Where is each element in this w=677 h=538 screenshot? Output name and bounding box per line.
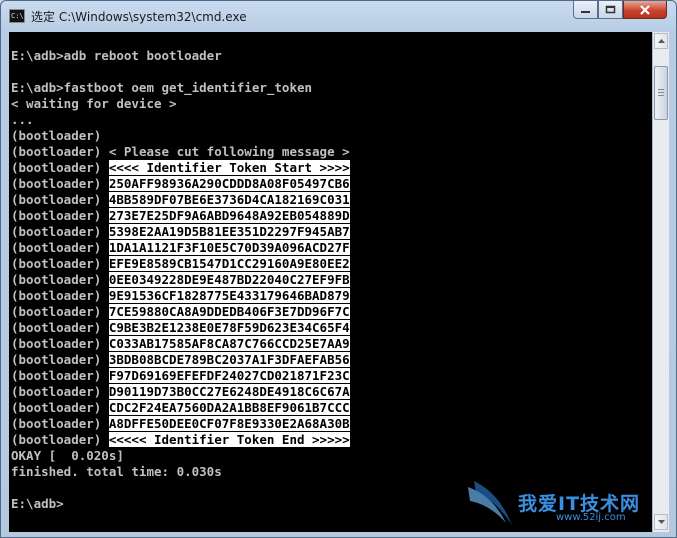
minimize-button[interactable] xyxy=(573,1,598,19)
console-line: (bootloader) 4BB589DF07BE6E3736D4CA18216… xyxy=(11,192,350,207)
console-line: E:\adb>fastboot oem get_identifier_token xyxy=(11,80,313,95)
maximize-icon xyxy=(605,5,616,14)
console-line: (bootloader) 250AFF98936A290CDDD8A08F054… xyxy=(11,176,350,191)
selected-token-text[interactable]: 273E7E25DF9A6ABD9648A92EB054889D xyxy=(108,208,350,223)
console-line: finished. total time: 0.030s xyxy=(11,464,222,479)
console-line: (bootloader) <<<<< Identifier Token End … xyxy=(11,432,350,447)
console-line: E:\adb>adb reboot bootloader xyxy=(11,48,222,63)
selected-token-text[interactable]: <<<< Identifier Token Start >>>> xyxy=(108,160,350,175)
vertical-scrollbar[interactable] xyxy=(652,32,669,532)
selected-token-text[interactable]: EFE9E8589CB1547D1CC29160A9E80EE2 xyxy=(108,256,350,271)
selected-token-text[interactable]: 7CE59880CA8A9DDEDB406F3E7DD96F7C xyxy=(108,304,350,319)
maximize-button[interactable] xyxy=(598,1,623,19)
selected-token-text[interactable]: 3BDB08BCDE789BC2037A1F3DFAEFAB56 xyxy=(108,352,350,367)
scrollbar-thumb[interactable] xyxy=(654,66,668,120)
console-line: (bootloader) 3BDB08BCDE789BC2037A1F3DFAE… xyxy=(11,352,350,367)
console-line: (bootloader) CDC2F24EA7560DA2A1BB8EF9061… xyxy=(11,400,350,415)
close-button[interactable] xyxy=(623,1,667,19)
selected-token-text[interactable]: 9E91536CF1828775E433179646BAD879 xyxy=(108,288,350,303)
scroll-up-button[interactable] xyxy=(654,33,668,49)
console-line: (bootloader) 1DA1A1121F3F10E5C70D39A096A… xyxy=(11,240,350,255)
site-watermark: 我爱IT技术网 www.52ij.com xyxy=(466,479,656,529)
selected-token-text[interactable]: C033AB17585AF8CA87C766CCD25E7AA9 xyxy=(108,336,350,351)
window-controls xyxy=(573,1,667,21)
arrow-up-icon xyxy=(657,39,665,43)
selected-token-text[interactable]: D90119D73B0CC27E6248DE4918C6C67A xyxy=(108,384,350,399)
scroll-down-button[interactable] xyxy=(654,514,668,530)
console-line: (bootloader) 5398E2AA19D5B81EE351D2297F9… xyxy=(11,224,350,239)
console-line: (bootloader) 9E91536CF1828775E433179646B… xyxy=(11,288,350,303)
console-output[interactable]: E:\adb>adb reboot bootloader E:\adb>fast… xyxy=(9,32,652,532)
title-bar[interactable]: C:\ 选定 C:\Windows\system32\cmd.exe xyxy=(1,1,676,33)
cmd-app-icon[interactable]: C:\ xyxy=(9,9,25,23)
watermark-url: www.52ij.com xyxy=(556,512,626,523)
wing-logo-icon xyxy=(468,481,512,525)
console-line: (bootloader) xyxy=(11,128,102,143)
selected-token-text[interactable]: A8DFFE50DEE0CF07F8E9330E2A68A30B xyxy=(108,416,350,431)
thumb-grip xyxy=(658,89,664,90)
window-title: 选定 C:\Windows\system32\cmd.exe xyxy=(31,10,247,24)
console-line: (bootloader) < Please cut following mess… xyxy=(11,144,350,159)
console-line: (bootloader) 273E7E25DF9A6ABD9648A92EB05… xyxy=(11,208,350,223)
selected-token-text[interactable]: CDC2F24EA7560DA2A1BB8EF9061B7CCC xyxy=(108,400,350,415)
console-line: (bootloader) 0EE0349228DE9E487BD22040C27… xyxy=(11,272,350,287)
selected-token-text[interactable]: F97D69169EFEFDF24027CD021871F23C xyxy=(108,368,350,383)
console-line: (bootloader) D90119D73B0CC27E6248DE4918C… xyxy=(11,384,350,399)
console-line: (bootloader) 7CE59880CA8A9DDEDB406F3E7DD… xyxy=(11,304,350,319)
thumb-grip xyxy=(658,95,664,96)
thumb-grip xyxy=(658,92,664,93)
selected-token-text[interactable]: 250AFF98936A290CDDD8A08F05497CB6 xyxy=(108,176,350,191)
selected-token-text[interactable]: 4BB589DF07BE6E3736D4CA182169C031 xyxy=(108,192,350,207)
selected-token-text[interactable]: 5398E2AA19D5B81EE351D2297F945AB7 xyxy=(108,224,350,239)
selected-token-text[interactable]: C9BE3B2E1238E0E78F59D623E34C65F4 xyxy=(108,320,350,335)
minimize-icon xyxy=(581,11,590,13)
console-line: (bootloader) F97D69169EFEFDF24027CD02187… xyxy=(11,368,350,383)
selected-token-text[interactable]: 1DA1A1121F3F10E5C70D39A096ACD27F xyxy=(108,240,350,255)
selected-token-text[interactable]: 0EE0349228DE9E487BD22040C27EF9FB xyxy=(108,272,350,287)
selected-token-text[interactable]: <<<<< Identifier Token End >>>>> xyxy=(108,432,350,447)
console-line: (bootloader) A8DFFE50DEE0CF07F8E9330E2A6… xyxy=(11,416,350,431)
console-line: (bootloader) C033AB17585AF8CA87C766CCD25… xyxy=(11,336,350,351)
cmd-window: C:\ 选定 C:\Windows\system32\cmd.exe E:\ad… xyxy=(0,0,677,538)
console-line: < waiting for device > xyxy=(11,96,177,111)
console-line: E:\adb> xyxy=(11,496,64,511)
console-line: (bootloader) <<<< Identifier Token Start… xyxy=(11,160,350,175)
console-line: ... xyxy=(11,112,34,127)
console-line: (bootloader) EFE9E8589CB1547D1CC29160A9E… xyxy=(11,256,350,271)
arrow-down-icon xyxy=(657,520,665,524)
close-icon xyxy=(640,4,650,15)
console-line: (bootloader) C9BE3B2E1238E0E78F59D623E34… xyxy=(11,320,350,335)
console-line: OKAY [ 0.020s] xyxy=(11,448,124,463)
